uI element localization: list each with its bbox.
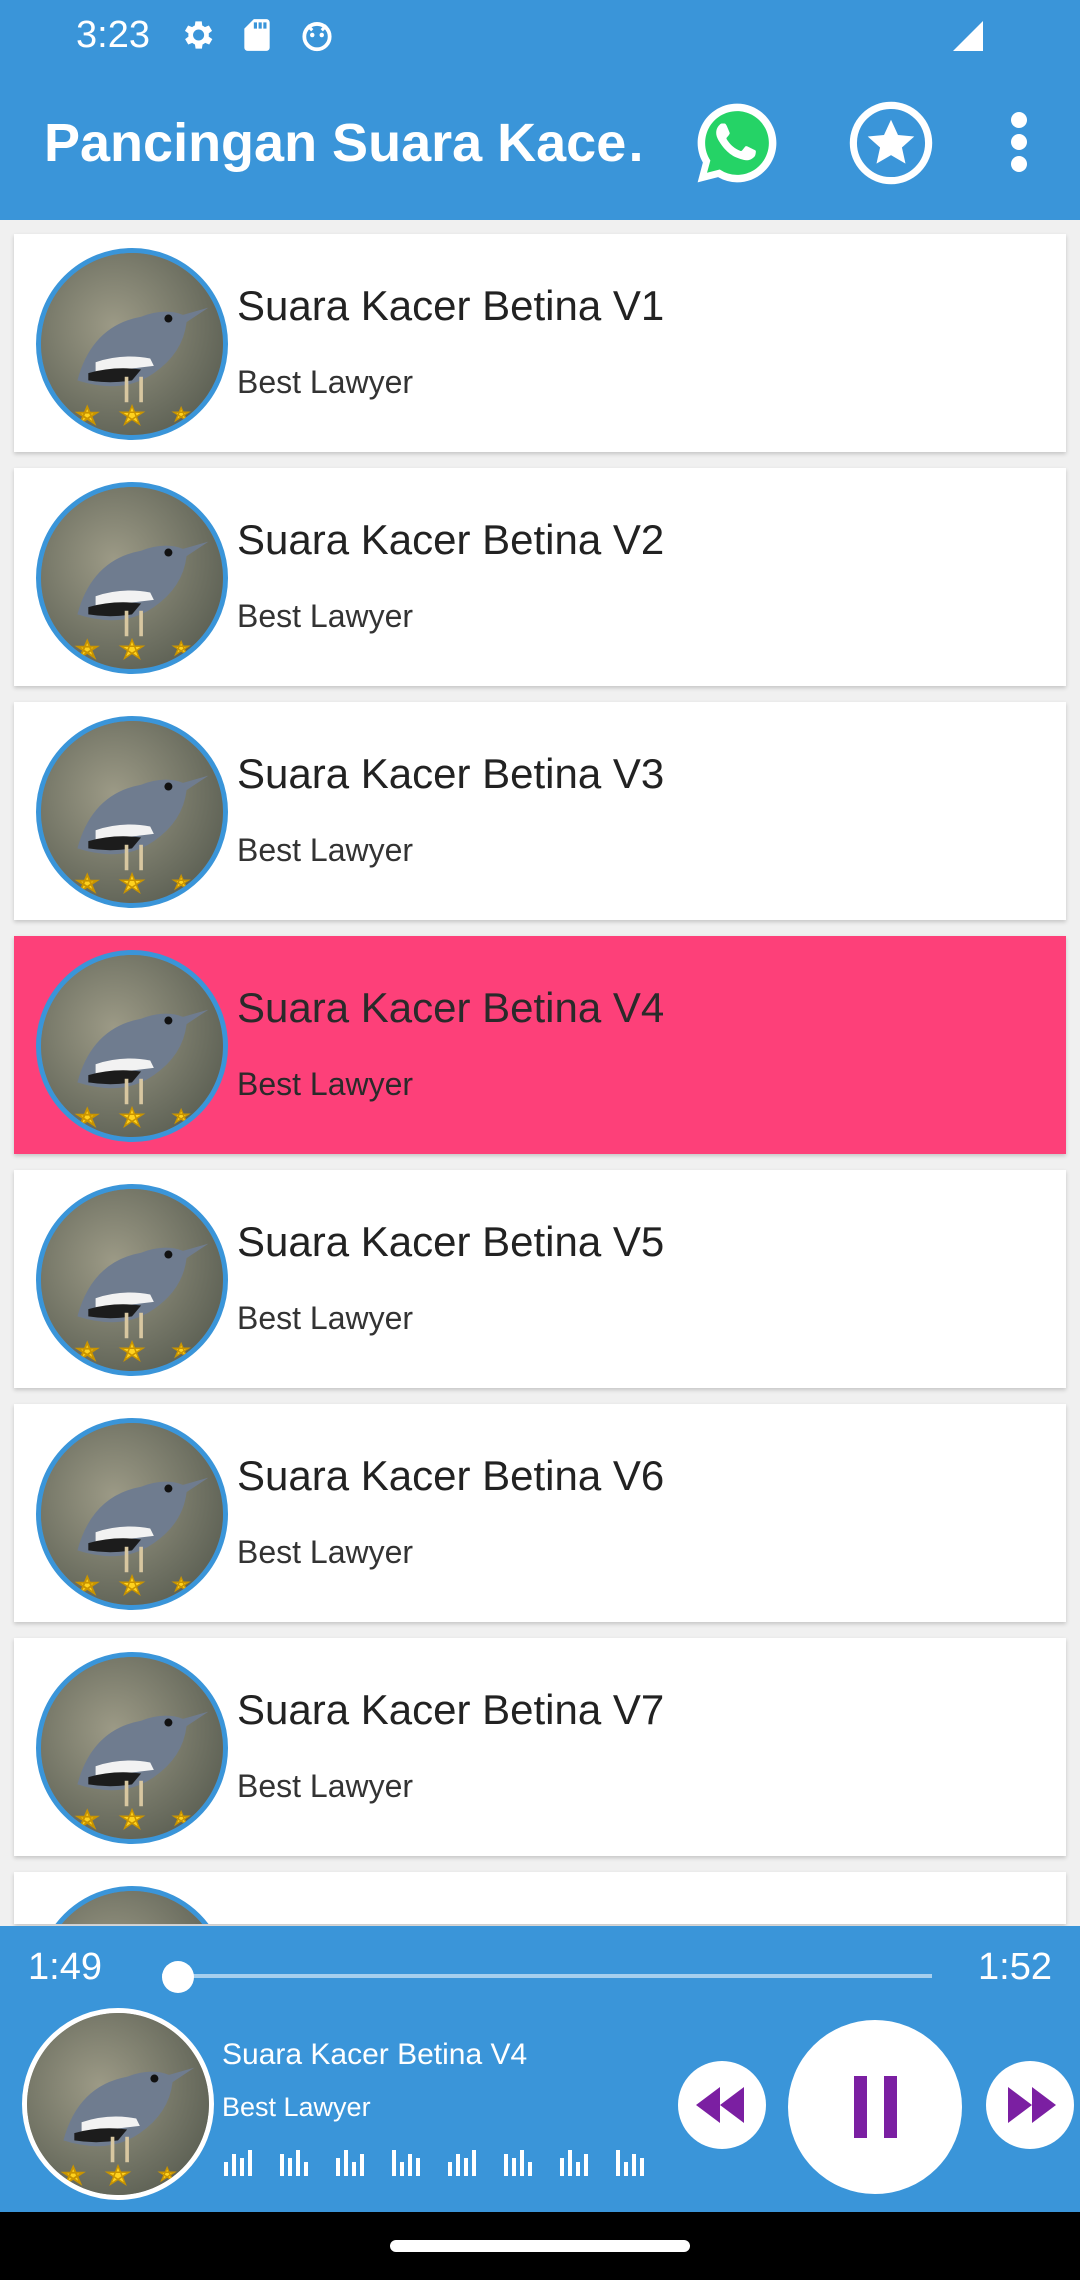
equalizer-bar (616, 2150, 620, 2176)
song-artist: Best Lawyer (237, 1768, 414, 1804)
equalizer-bar (304, 2162, 308, 2176)
app-bar: 3:23 Pancingan Suara Kace… (0, 0, 1080, 220)
bird-avatar (36, 716, 228, 908)
song-artist: Best Lawyer (237, 364, 414, 400)
equalizer-bar (296, 2150, 300, 2176)
equalizer-bar (584, 2154, 588, 2176)
equalizer-icon (224, 2150, 644, 2176)
equalizer-bar (416, 2158, 420, 2176)
seek-bar[interactable] (148, 1960, 933, 1994)
song-title: Suara Kacer Betina V3 (237, 750, 665, 797)
equalizer-bar (640, 2158, 644, 2176)
total-time: 1:52 (978, 1946, 1052, 1988)
equalizer-bar (472, 2150, 476, 2176)
rewind-button[interactable] (678, 2061, 766, 2149)
settings-icon (184, 21, 213, 49)
equalizer-bar (528, 2162, 532, 2176)
more-vert-icon[interactable] (1002, 112, 1036, 172)
equalizer-bar (224, 2162, 228, 2176)
system-nav-bar (0, 2212, 1080, 2280)
rewind-icon (696, 2087, 744, 2123)
equalizer-bar (504, 2154, 508, 2176)
equalizer-bar (568, 2150, 572, 2176)
equalizer-bar (288, 2158, 292, 2176)
song-title: Suara Kacer Betina V1 (237, 282, 665, 329)
cell-signal-icon (953, 21, 983, 51)
now-playing-avatar (22, 2008, 214, 2200)
equalizer-bar (336, 2158, 340, 2176)
equalizer-bar (520, 2150, 524, 2176)
equalizer-bar (408, 2154, 412, 2176)
song-artist: Best Lawyer (237, 598, 414, 634)
star-icon[interactable] (848, 100, 934, 186)
list-item[interactable]: Suara Kacer Betina V6 Best Lawyer (14, 1404, 1066, 1622)
song-artist: Best Lawyer (237, 1066, 414, 1102)
equalizer-bar (248, 2150, 252, 2176)
equalizer-bar (344, 2150, 348, 2176)
song-title: Suara Kacer Betina V2 (237, 516, 665, 563)
list-item-partial[interactable] (14, 1872, 1066, 1924)
equalizer-bar (448, 2162, 452, 2176)
equalizer-bar (464, 2158, 468, 2176)
face-icon (302, 22, 332, 52)
fast-forward-icon (1008, 2087, 1056, 2123)
bird-avatar (36, 950, 228, 1142)
bird-avatar (36, 482, 228, 674)
song-title: Suara Kacer Betina V7 (237, 1686, 665, 1733)
equalizer-bar (240, 2158, 244, 2176)
list-item[interactable]: Suara Kacer Betina V5 Best Lawyer (14, 1170, 1066, 1388)
sd-card-icon (244, 19, 270, 51)
fast-forward-button[interactable] (986, 2061, 1074, 2149)
bird-avatar (36, 1652, 228, 1844)
list-item[interactable]: Suara Kacer Betina V2 Best Lawyer (14, 468, 1066, 686)
song-artist: Best Lawyer (237, 1534, 414, 1570)
home-handle[interactable] (390, 2240, 690, 2252)
bird-avatar (36, 1418, 228, 1610)
song-title: Suara Kacer Betina V4 (237, 984, 665, 1031)
equalizer-bar (512, 2158, 516, 2176)
song-artist: Best Lawyer (237, 1300, 414, 1336)
list-item[interactable]: Suara Kacer Betina V3 Best Lawyer (14, 702, 1066, 920)
pause-icon (854, 2076, 897, 2138)
whatsapp-icon[interactable] (692, 98, 782, 188)
mini-player: 1:49 1:52 Suara Kacer Betina V4 Best Law… (0, 1926, 1080, 2212)
equalizer-bar (360, 2154, 364, 2176)
list-item-active[interactable]: Suara Kacer Betina V4 Best Lawyer (14, 936, 1066, 1154)
now-playing-title: Suara Kacer Betina V4 (222, 2038, 528, 2071)
equalizer-bar (352, 2162, 356, 2176)
seek-track (162, 1974, 932, 1978)
bird-avatar (36, 1886, 228, 1924)
status-time: 3:23 (76, 14, 150, 56)
equalizer-bar (456, 2154, 460, 2176)
bird-avatar (36, 1184, 228, 1376)
equalizer-bar (232, 2154, 236, 2176)
equalizer-bar (632, 2154, 636, 2176)
song-title: Suara Kacer Betina V5 (237, 1218, 665, 1265)
pause-button[interactable] (788, 2020, 962, 2194)
status-bar: 3:23 (0, 0, 1080, 70)
list-item[interactable]: Suara Kacer Betina V7 Best Lawyer (14, 1638, 1066, 1856)
song-artist: Best Lawyer (237, 832, 414, 868)
song-list: Suara Kacer Betina V1 Best Lawyer Suara … (14, 234, 1066, 1924)
equalizer-bar (392, 2150, 396, 2176)
equalizer-bar (280, 2154, 284, 2176)
equalizer-bar (624, 2162, 628, 2176)
list-item[interactable]: Suara Kacer Betina V1 Best Lawyer (14, 234, 1066, 452)
now-playing-artist: Best Lawyer (222, 2092, 371, 2122)
equalizer-bar (576, 2162, 580, 2176)
current-time: 1:49 (28, 1946, 102, 1988)
app-title: Pancingan Suara Kace… (44, 113, 644, 173)
equalizer-bar (560, 2158, 564, 2176)
bird-avatar (36, 248, 228, 440)
equalizer-bar (400, 2162, 404, 2176)
seek-thumb[interactable] (162, 1961, 194, 1993)
song-title: Suara Kacer Betina V6 (237, 1452, 665, 1499)
